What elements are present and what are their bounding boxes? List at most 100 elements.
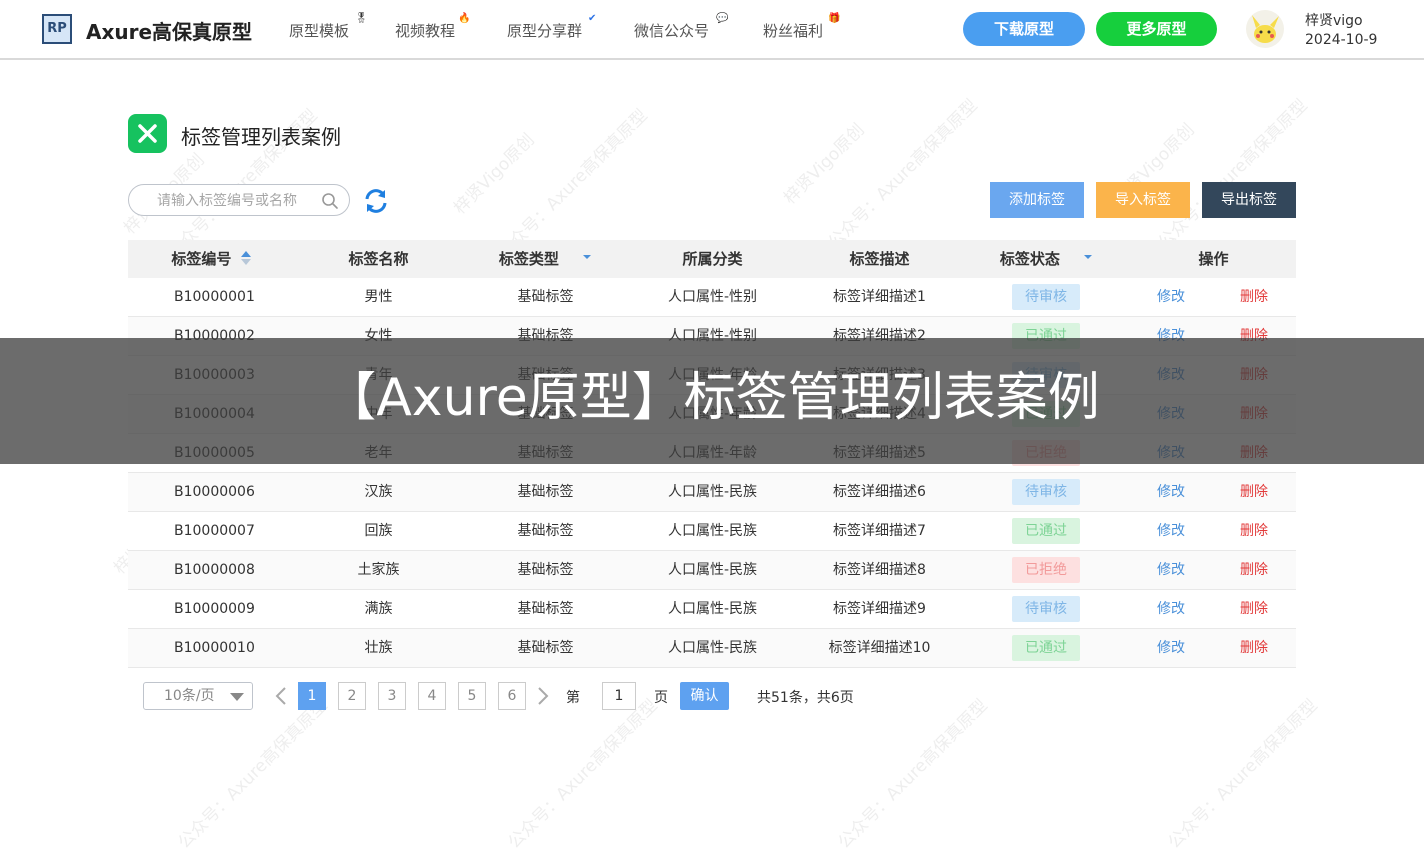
column-header-type[interactable]: 标签类型 xyxy=(462,240,629,278)
goto-page-input[interactable] xyxy=(602,682,636,710)
search-icon[interactable] xyxy=(321,192,339,210)
cell-desc: 标签详细描述9 xyxy=(833,601,926,617)
status-badge: 已拒绝 xyxy=(1012,557,1080,583)
nav-item-share-group[interactable]: 原型分享群 xyxy=(507,20,582,41)
table-row: B10000001 男性 基础标签 人口属性-性别 标签详细描述1 待审核 修改 删除 xyxy=(128,278,1296,317)
page-2-button[interactable]: 2 xyxy=(338,682,366,710)
search-box[interactable] xyxy=(128,184,350,216)
watermark-text: 公众号：Axure高保真原型 xyxy=(1154,95,1312,253)
cell-category: 人口属性-民族 xyxy=(667,640,758,656)
nav-item-templates[interactable]: 原型模板 xyxy=(289,20,349,41)
cell-category: 人口属性-民族 xyxy=(667,523,758,539)
cell-name: 男性 xyxy=(364,289,393,305)
cell-id: B10000008 xyxy=(174,562,255,578)
import-tag-button[interactable]: 导入标签 xyxy=(1096,182,1190,218)
user-date: 2024-10-9 xyxy=(1305,32,1378,48)
export-tag-button[interactable]: 导出标签 xyxy=(1202,182,1296,218)
page-1-button[interactable]: 1 xyxy=(298,682,326,710)
delete-link[interactable]: 删除 xyxy=(1221,512,1287,550)
status-badge: 待审核 xyxy=(1012,284,1080,310)
edit-link[interactable]: 修改 xyxy=(1138,629,1204,667)
column-header-status[interactable]: 标签状态 xyxy=(963,240,1130,278)
delete-link[interactable]: 删除 xyxy=(1221,278,1287,316)
overlay-title: 【Axure原型】标签管理列表案例 xyxy=(324,368,1100,428)
refresh-icon[interactable] xyxy=(362,187,390,215)
cell-category: 人口属性-民族 xyxy=(667,562,758,578)
status-badge: 已通过 xyxy=(1012,518,1080,544)
page-close-icon[interactable] xyxy=(128,114,167,153)
cell-name: 壮族 xyxy=(364,640,393,656)
table-row: B10000008 土家族 基础标签 人口属性-民族 标签详细描述8 已拒绝 修改 删除 xyxy=(128,551,1296,590)
download-prototype-button[interactable]: 下载原型 xyxy=(963,12,1085,46)
column-header-label: 标签类型 xyxy=(498,250,559,268)
nav-item-videos[interactable]: 视频教程 xyxy=(395,20,455,41)
watermark-text: 公众号：Axure高保真原型 xyxy=(504,695,662,853)
user-name: 梓贤vigo xyxy=(1305,13,1363,29)
fire-icon: 🔥 xyxy=(458,13,471,24)
watermark-text: 梓贤Vigo原创 xyxy=(780,120,869,209)
pager-summary: 共51条，共6页 xyxy=(757,690,854,706)
page-title: 标签管理列表案例 xyxy=(181,125,341,149)
filter-caret-icon[interactable] xyxy=(1083,252,1093,262)
add-tag-button[interactable]: 添加标签 xyxy=(990,182,1084,218)
chevron-down-icon[interactable] xyxy=(230,693,244,701)
chat-icon: 💬 xyxy=(716,13,729,24)
prev-page-icon[interactable] xyxy=(274,686,288,706)
sort-icon[interactable] xyxy=(240,249,252,267)
cell-name: 汉族 xyxy=(364,484,393,500)
avatar[interactable] xyxy=(1246,10,1284,48)
cell-type: 基础标签 xyxy=(517,640,574,656)
goto-prefix: 第 xyxy=(566,690,580,706)
table-header: 标签编号 标签名称 标签类型 所属分类 标签描述 标签状态 操作 xyxy=(128,240,1296,278)
edit-link[interactable]: 修改 xyxy=(1138,278,1204,316)
table-row: B10000010 壮族 基础标签 人口属性-民族 标签详细描述10 已通过 修改 删除 xyxy=(128,629,1296,668)
confirm-page-button[interactable]: 确认 xyxy=(680,682,729,710)
page-4-button[interactable]: 4 xyxy=(418,682,446,710)
edit-link[interactable]: 修改 xyxy=(1138,473,1204,511)
delete-link[interactable]: 删除 xyxy=(1221,590,1287,628)
cell-name: 回族 xyxy=(364,523,393,539)
column-header-label: 标签状态 xyxy=(999,250,1060,268)
column-header-id[interactable]: 标签编号 xyxy=(128,240,295,278)
edit-link[interactable]: 修改 xyxy=(1138,512,1204,550)
delete-link[interactable]: 删除 xyxy=(1221,629,1287,667)
status-badge: 待审核 xyxy=(1012,596,1080,622)
column-header-category: 所属分类 xyxy=(682,250,743,268)
nav-item-wechat[interactable]: 微信公众号 xyxy=(634,20,709,41)
next-page-icon[interactable] xyxy=(536,686,550,706)
title-overlay-banner: 【Axure原型】标签管理列表案例 xyxy=(0,338,1424,464)
cell-id: B10000001 xyxy=(174,289,255,305)
nav-item-fan-benefits[interactable]: 粉丝福利 xyxy=(763,20,823,41)
watermark-text: 公众号：Axure高保真原型 xyxy=(834,695,992,853)
page-5-button[interactable]: 5 xyxy=(458,682,486,710)
cell-desc: 标签详细描述7 xyxy=(833,523,926,539)
delete-link[interactable]: 删除 xyxy=(1221,473,1287,511)
watermark-text: 公众号：Axure高保真原型 xyxy=(824,95,982,253)
cell-desc: 标签详细描述6 xyxy=(833,484,926,500)
table-row: B10000007 回族 基础标签 人口属性-民族 标签详细描述7 已通过 修改 删除 xyxy=(128,512,1296,551)
cell-type: 基础标签 xyxy=(517,523,574,539)
edit-link[interactable]: 修改 xyxy=(1138,590,1204,628)
logo: RP xyxy=(42,14,72,44)
cell-desc: 标签详细描述8 xyxy=(833,562,926,578)
page-3-button[interactable]: 3 xyxy=(378,682,406,710)
search-input[interactable] xyxy=(155,191,319,211)
cell-type: 基础标签 xyxy=(517,562,574,578)
brand-title: Axure高保真原型 xyxy=(86,20,253,44)
watermark-text: 公众号：Axure高保真原型 xyxy=(494,105,652,263)
column-header-name: 标签名称 xyxy=(348,250,409,268)
watermark-text: 公众号：Axure高保真原型 xyxy=(1164,695,1322,853)
watermark-text: 公众号：Axure高保真原型 xyxy=(174,695,332,853)
delete-link[interactable]: 删除 xyxy=(1221,551,1287,589)
edit-link[interactable]: 修改 xyxy=(1138,551,1204,589)
pikachu-avatar-icon xyxy=(1252,15,1279,43)
top-bar: RP Axure高保真原型 原型模板 🎖 视频教程 🔥 原型分享群 ✔ 微信公众… xyxy=(0,0,1424,60)
cell-type: 基础标签 xyxy=(517,601,574,617)
page-6-button[interactable]: 6 xyxy=(498,682,526,710)
table-row: B10000009 满族 基础标签 人口属性-民族 标签详细描述9 待审核 修改 删除 xyxy=(128,590,1296,629)
more-prototypes-button[interactable]: 更多原型 xyxy=(1096,12,1217,46)
filter-caret-icon[interactable] xyxy=(582,252,592,262)
cell-category: 人口属性-民族 xyxy=(667,484,758,500)
column-header-desc: 标签描述 xyxy=(849,250,910,268)
status-badge: 已通过 xyxy=(1012,635,1080,661)
